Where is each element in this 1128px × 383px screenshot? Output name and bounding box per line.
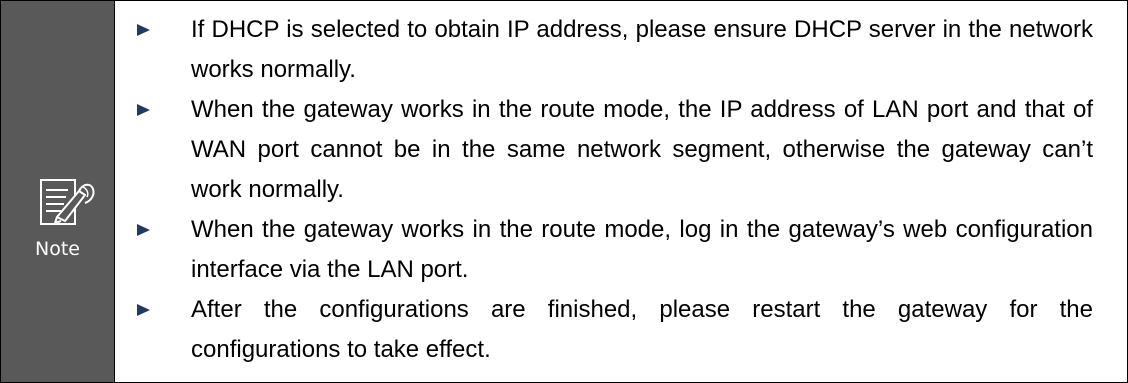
list-item-text: If DHCP is selected to obtain IP address… <box>191 16 1093 83</box>
list-item: If DHCP is selected to obtain IP address… <box>115 10 1127 90</box>
note-box: Note If DHCP is selected to obtain IP ad… <box>0 0 1128 383</box>
list-item: When the gateway works in the route mode… <box>115 90 1127 210</box>
note-pen-icon <box>40 179 95 225</box>
note-sidebar: Note <box>1 1 115 382</box>
list-item-text: When the gateway works in the route mode… <box>191 216 1093 283</box>
bullet-arrow-icon <box>137 304 150 316</box>
list-item-text: After the configurations are finished, p… <box>191 296 1093 363</box>
list-item: When the gateway works in the route mode… <box>115 210 1127 290</box>
list-item: After the configurations are finished, p… <box>115 290 1127 370</box>
note-body: If DHCP is selected to obtain IP address… <box>115 1 1127 382</box>
note-list: If DHCP is selected to obtain IP address… <box>115 10 1127 370</box>
bullet-arrow-icon <box>137 104 150 116</box>
bullet-arrow-icon <box>137 24 150 36</box>
note-label: Note <box>35 238 80 260</box>
bullet-arrow-icon <box>137 224 150 236</box>
list-item-text: When the gateway works in the route mode… <box>191 96 1093 203</box>
